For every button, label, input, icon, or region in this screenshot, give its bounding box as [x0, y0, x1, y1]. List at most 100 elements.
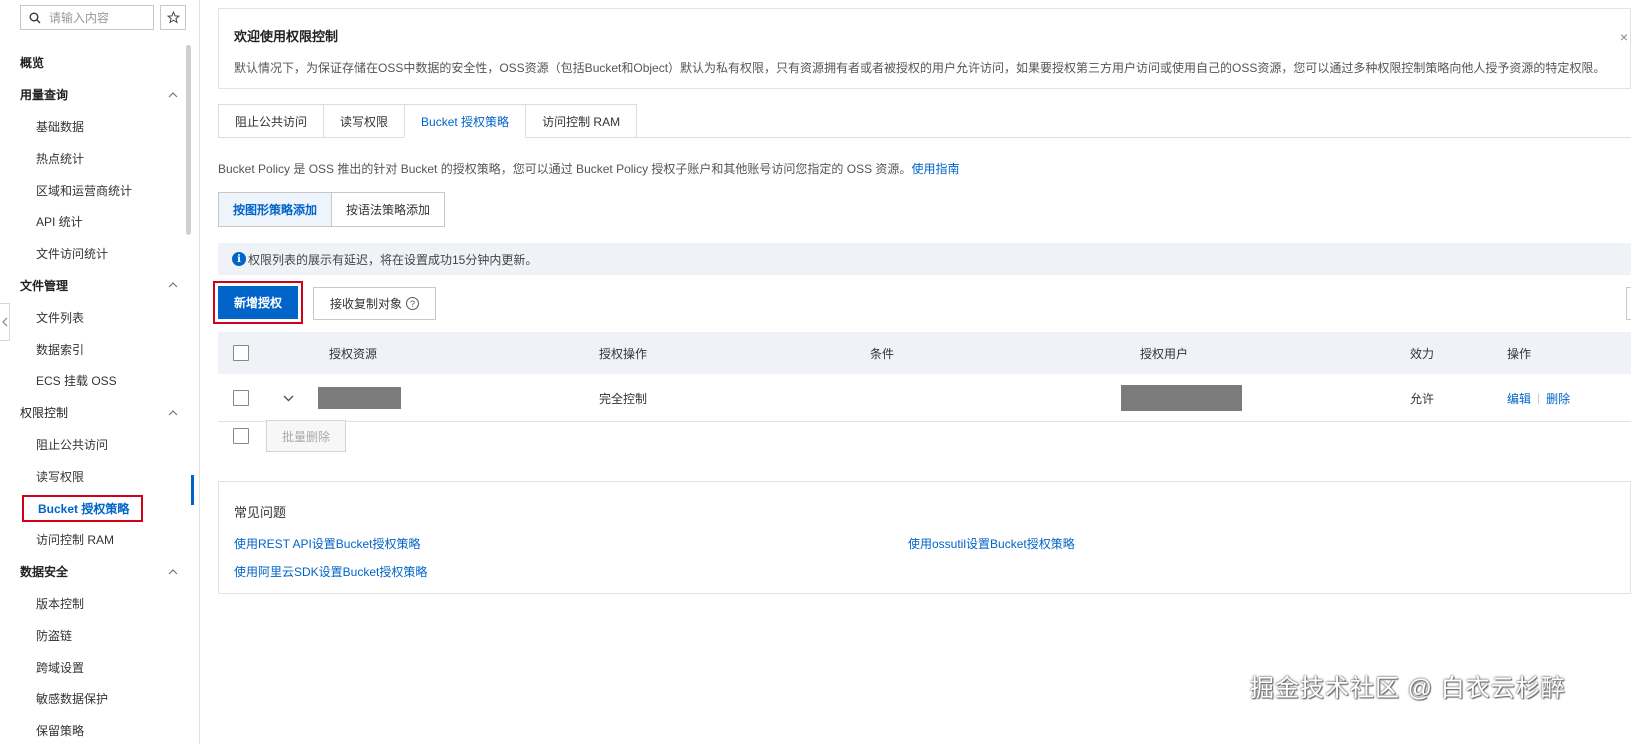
add-authorization-button[interactable]: 新增授权	[218, 286, 298, 319]
row-user-cell	[1121, 374, 1242, 422]
policy-description: Bucket Policy 是 OSS 推出的针对 Bucket 的授权策略，您…	[218, 160, 959, 177]
sidebar-item-label: 读写权限	[36, 469, 85, 484]
row-effect: 允许	[1410, 391, 1435, 406]
select-all-cell	[233, 332, 249, 374]
sidebar-item-9[interactable]: 数据索引	[0, 333, 190, 365]
chevron-up-icon	[168, 409, 178, 416]
sidebar-scrollbar[interactable]	[186, 45, 191, 235]
sidebar-item-label: 防盗链	[36, 628, 73, 643]
sidebar-group-label: 数据安全	[20, 565, 69, 580]
row-select-cell	[233, 374, 249, 422]
sidebar-group-16[interactable]: 数据安全	[0, 556, 190, 588]
sidebar-item-19[interactable]: 跨域设置	[0, 651, 190, 683]
sidebar-item-21[interactable]: 保留策略	[0, 715, 190, 744]
policy-description-text: Bucket Policy 是 OSS 推出的针对 Bucket 的授权策略，您…	[218, 162, 912, 176]
sidebar-item-15[interactable]: 访问控制 RAM	[0, 524, 190, 556]
sidebar-group-label: 概览	[20, 56, 45, 71]
sidebar-item-10[interactable]: ECS 挂载 OSS	[0, 365, 190, 397]
header-condition: 条件	[870, 346, 895, 361]
sidebar-item-label: 数据索引	[36, 342, 85, 357]
row-expand-cell	[283, 374, 294, 422]
table-header: 授权资源 授权操作 条件 授权用户 效力 操作	[218, 332, 1631, 374]
sidebar-item-17[interactable]: 版本控制	[0, 588, 190, 620]
sidebar-group-label: 文件管理	[20, 278, 69, 293]
policy-mode-group: 按图形策略添加 按语法策略添加	[218, 192, 446, 227]
row-resource-cell	[318, 374, 401, 422]
welcome-panel: 欢迎使用权限控制 默认情况下，为保证存储在OSS中数据的安全性，OSS资源（包括…	[218, 8, 1631, 89]
sidebar-item-12[interactable]: 阻止公共访问	[0, 429, 190, 461]
chevron-up-icon	[168, 282, 178, 288]
header-user: 授权用户	[1140, 346, 1189, 361]
sidebar-item-label: 阻止公共访问	[36, 437, 109, 452]
app-root: 请输入内容 概览用量查询基础数据 热点统计区域和运营商统计 API 统计文件访问统计…	[0, 0, 1631, 744]
watermark: 掘金技术社区 @ 白衣云杉醉	[1250, 675, 1566, 702]
graphic-policy-button[interactable]: 按图形策略添加	[218, 192, 333, 227]
faq-title: 常见问题	[234, 505, 287, 520]
toolbar-right-button[interactable]	[1626, 287, 1631, 320]
tab-access-control-ram[interactable]: 访问控制 RAM	[525, 104, 638, 138]
action-separator: |	[1537, 391, 1541, 405]
tab-block-public-access[interactable]: 阻止公共访问	[218, 104, 325, 138]
select-all-checkbox[interactable]	[233, 345, 249, 361]
sidebar-group-label: 用量查询	[20, 88, 69, 103]
edit-link[interactable]: 编辑	[1507, 390, 1531, 407]
header-operation: 授权操作	[599, 346, 648, 361]
active-indicator	[191, 475, 194, 505]
batch-delete-button[interactable]: 批量删除	[266, 420, 346, 452]
sidebar-group-7[interactable]: 文件管理	[0, 270, 190, 302]
search-placeholder: 请输入内容	[49, 11, 110, 25]
sidebar-item-label: 跨域设置	[36, 660, 85, 675]
sidebar-item-2[interactable]: 基础数据	[0, 111, 190, 143]
sidebar-group-0[interactable]: 概览	[0, 47, 190, 79]
faq-panel: 常见问题 使用REST API设置Bucket授权策略 使用ossutil设置B…	[218, 481, 1631, 594]
sidebar-item-label: 敏感数据保护	[36, 692, 109, 707]
search-icon	[29, 12, 41, 23]
chevron-up-icon	[168, 91, 178, 98]
search-input[interactable]: 请输入内容	[20, 5, 154, 30]
help-icon: ?	[406, 297, 419, 310]
sidebar-item-20[interactable]: 敏感数据保护	[0, 683, 190, 715]
sidebar-item-label: 保留策略	[36, 724, 85, 739]
sidebar-item-13[interactable]: 读写权限	[0, 460, 190, 492]
sidebar-item-18[interactable]: 防盗链	[0, 619, 190, 651]
header-resource: 授权资源	[329, 346, 378, 361]
sidebar-item-5[interactable]: API 统计	[0, 206, 190, 238]
row-actions: 编辑 | 删除	[1507, 374, 1570, 422]
sidebar-item-6[interactable]: 文件访问统计	[0, 238, 190, 270]
faq-link-sdk[interactable]: 使用阿里云SDK设置Bucket授权策略	[234, 563, 427, 580]
faq-link-ossutil[interactable]: 使用ossutil设置Bucket授权策略	[908, 535, 1075, 552]
sidebar-item-label: API 统计	[36, 215, 83, 230]
tab-bucket-policy[interactable]: Bucket 授权策略	[404, 104, 527, 138]
sidebar-group-11[interactable]: 权限控制	[0, 397, 190, 429]
header-actions: 操作	[1507, 346, 1532, 361]
row-operation: 完全控制	[599, 391, 648, 406]
main-content: 欢迎使用权限控制 默认情况下，为保证存储在OSS中数据的安全性，OSS资源（包括…	[200, 0, 1631, 744]
chevron-up-icon	[168, 568, 178, 575]
row-checkbox[interactable]	[233, 390, 249, 406]
delete-link[interactable]: 删除	[1546, 390, 1570, 407]
sidebar-item-label: ECS 挂载 OSS	[36, 374, 117, 389]
tab-read-write-permission[interactable]: 读写权限	[323, 104, 406, 138]
sidebar-collapse-button[interactable]	[0, 303, 10, 341]
close-icon[interactable]: ×	[1620, 29, 1628, 45]
masked-resource	[318, 387, 401, 409]
syntax-policy-button[interactable]: 按语法策略添加	[331, 192, 446, 227]
usage-guide-link[interactable]: 使用指南	[911, 162, 959, 176]
chevron-down-icon[interactable]	[283, 395, 294, 402]
sidebar-item-label: 文件访问统计	[36, 247, 109, 262]
welcome-text: 默认情况下，为保证存储在OSS中数据的安全性，OSS资源（包括Bucket和Ob…	[234, 61, 1606, 75]
sidebar-item-3[interactable]: 热点统计	[0, 142, 190, 174]
sidebar-item-8[interactable]: 文件列表	[0, 301, 190, 333]
faq-link-rest-api[interactable]: 使用REST API设置Bucket授权策略	[234, 535, 421, 552]
favorite-button[interactable]	[160, 5, 186, 30]
batch-select-checkbox[interactable]	[233, 428, 249, 444]
tab-bar: 阻止公共访问 读写权限 Bucket 授权策略 访问控制 RAM	[218, 104, 638, 138]
sidebar-item-4[interactable]: 区域和运营商统计	[0, 174, 190, 206]
sidebar-item-label: 区域和运营商统计	[36, 183, 133, 198]
sidebar-item-label: 版本控制	[36, 596, 85, 611]
policy-table: 授权资源 授权操作 条件 授权用户 效力 操作 完全控制 允许 编辑 | 删除	[218, 332, 1631, 422]
masked-user	[1121, 385, 1242, 411]
receive-replica-button[interactable]: 接收复制对象 ?	[313, 287, 436, 320]
sidebar-item-14[interactable]: Bucket 授权策略	[0, 492, 190, 524]
sidebar-group-1[interactable]: 用量查询	[0, 79, 190, 111]
